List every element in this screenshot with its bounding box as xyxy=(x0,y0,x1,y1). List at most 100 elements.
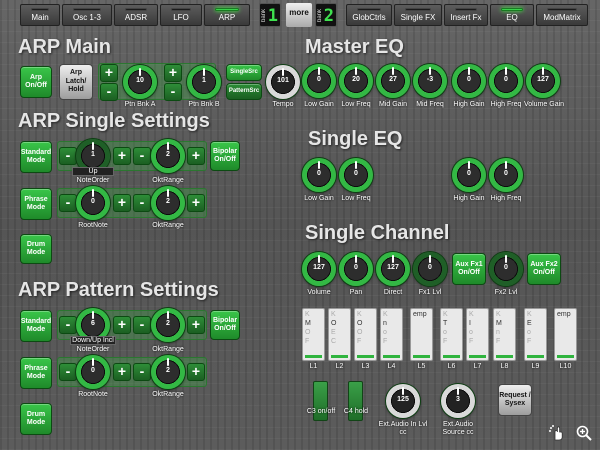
arp-latch-button[interactable]: Arp Latch/ Hold xyxy=(59,64,93,100)
layer-slot-l1[interactable]: KMOF xyxy=(302,308,325,361)
tab-lfo[interactable]: LFO xyxy=(160,4,202,26)
master-low-freq-knob[interactable]: 20 xyxy=(339,64,373,98)
tempo-knob[interactable]: 101 xyxy=(266,65,300,99)
single-oktrange-label: OktRange xyxy=(152,177,184,184)
ext-audio-source-knob[interactable]: 3 xyxy=(441,384,475,418)
layer-slot-l8[interactable]: KMnF xyxy=(493,308,516,361)
single-noteorder-minus-button[interactable]: - xyxy=(59,147,77,165)
pattern-noteorder-label: NoteOrder xyxy=(76,346,110,353)
pattern-rootnote-minus-button[interactable]: - xyxy=(59,363,77,381)
pattern-oktrange2-plus-button[interactable]: + xyxy=(187,363,205,381)
more-button[interactable]: more xyxy=(286,3,312,27)
pattern-oktrange-knob[interactable]: 2 xyxy=(151,308,185,342)
layer-slot-l2[interactable]: KOEC xyxy=(328,308,351,361)
ptn-bnk-a-knob[interactable]: 10 xyxy=(123,65,157,99)
pattern-oktrange-label: OktRange xyxy=(152,346,184,353)
layer-slot-l4-label: L4 xyxy=(387,363,396,370)
pattern-noteorder-minus-button[interactable]: - xyxy=(59,316,77,334)
pattern-oktrange-plus-button[interactable]: + xyxy=(187,316,205,334)
layer-slot-l5[interactable]: emp xyxy=(410,308,433,361)
single-rootnote-plus-button[interactable]: + xyxy=(113,194,131,212)
single-phase-mode-button[interactable]: Phrase Mode xyxy=(20,188,52,220)
single-standard-mode-button[interactable]: Standard Mode xyxy=(20,141,52,173)
ptn-bnk-a-minus-button[interactable]: - xyxy=(100,83,118,101)
layer-slot-l7[interactable]: KIoF xyxy=(466,308,489,361)
single-rootnote-minus-button[interactable]: - xyxy=(59,194,77,212)
single-drum-mode-button[interactable]: Drum Mode xyxy=(20,234,52,264)
tab-eq[interactable]: EQ xyxy=(490,4,534,26)
single-low-freq-knob[interactable]: 0 xyxy=(339,158,373,192)
master-mid-gain-knob[interactable]: 27 xyxy=(376,64,410,98)
master-mid-freq-knob[interactable]: -3 xyxy=(413,64,447,98)
tab-main[interactable]: Main xyxy=(20,4,60,26)
zoom-icon[interactable] xyxy=(575,424,593,442)
arp-single-heading: ARP Single Settings xyxy=(18,110,210,132)
direct-knob[interactable]: 127 xyxy=(376,252,410,286)
single-oktrange-minus-button[interactable]: - xyxy=(133,147,151,165)
fx2-level-knob[interactable]: 0 xyxy=(489,252,523,286)
aux-fx1-button[interactable]: Aux Fx1 On/Off xyxy=(452,253,486,285)
c3-onoff-toggle[interactable] xyxy=(313,381,328,421)
fx1-level-knob[interactable]: 0 xyxy=(413,252,447,286)
layer-slot-l3-label: L3 xyxy=(361,363,370,370)
single-oktrange2-knob[interactable]: 2 xyxy=(151,186,185,220)
pan-knob[interactable]: 0 xyxy=(339,252,373,286)
single-noteorder-plus-button[interactable]: + xyxy=(113,147,131,165)
single-oktrange-plus-button[interactable]: + xyxy=(187,147,205,165)
layer-slot-l1-label: L1 xyxy=(309,363,318,370)
single-src-button[interactable]: SingleSrc xyxy=(226,64,262,81)
pattern-phase-mode-button[interactable]: Phrase Mode xyxy=(20,357,52,389)
layer-slot-l6[interactable]: KToF xyxy=(440,308,463,361)
pattern-rootnote-knob[interactable]: 0 xyxy=(76,355,110,389)
move-hand-icon[interactable] xyxy=(548,424,566,442)
master-low-gain-knob[interactable]: 0 xyxy=(302,64,336,98)
layer-slot-l10[interactable]: emp xyxy=(554,308,577,361)
tab-adsr[interactable]: ADSR xyxy=(114,4,158,26)
aux-fx2-button[interactable]: Aux Fx2 On/Off xyxy=(527,253,561,285)
single-oktrange2-minus-button[interactable]: - xyxy=(133,194,151,212)
pattern-standard-mode-button[interactable]: Standard Mode xyxy=(20,310,52,342)
pattern-noteorder-plus-button[interactable]: + xyxy=(113,316,131,334)
single-high-freq-label: High Freq xyxy=(490,195,522,202)
tab-insert-fx[interactable]: Insert Fx xyxy=(444,4,488,26)
tab-arp[interactable]: ARP xyxy=(204,4,250,26)
single-rootnote-knob[interactable]: 0 xyxy=(76,186,110,220)
master-high-gain-knob[interactable]: 0 xyxy=(452,64,486,98)
arp-main-heading: ARP Main xyxy=(18,36,111,58)
layer-slot-l4[interactable]: KnoF xyxy=(380,308,403,361)
layer-slot-l9[interactable]: KEoF xyxy=(524,308,547,361)
ptn-bnk-b-minus-button[interactable]: - xyxy=(164,83,182,101)
pattern-src-button[interactable]: PatternSrc xyxy=(226,83,262,100)
pattern-rootnote-plus-button[interactable]: + xyxy=(113,363,131,381)
layer-slot-l9-label: L9 xyxy=(531,363,540,370)
single-oktrange2-plus-button[interactable]: + xyxy=(187,194,205,212)
single-oktrange-knob[interactable]: 2 xyxy=(151,139,185,173)
bank-left-display[interactable]: bank 1 xyxy=(259,3,281,27)
pattern-bipolar-button[interactable]: Bipolar On/Off xyxy=(210,310,240,340)
tab-modmatrix[interactable]: ModMatrix xyxy=(536,4,588,26)
tab-osc[interactable]: Osc 1-3 xyxy=(62,4,112,26)
master-volume-gain-knob[interactable]: 127 xyxy=(526,64,560,98)
request-sysex-button[interactable]: Request / Sysex xyxy=(498,384,532,416)
ptn-bnk-b-knob[interactable]: 1 xyxy=(187,65,221,99)
single-low-gain-knob[interactable]: 0 xyxy=(302,158,336,192)
ptn-bnk-b-plus-button[interactable]: + xyxy=(164,64,182,82)
tab-globctrls[interactable]: GlobCtrls xyxy=(346,4,392,26)
pattern-oktrange2-knob[interactable]: 2 xyxy=(151,355,185,389)
c4-hold-toggle[interactable] xyxy=(348,381,363,421)
pattern-oktrange-minus-button[interactable]: - xyxy=(133,316,151,334)
ext-audio-in-knob[interactable]: 125 xyxy=(386,384,420,418)
single-high-gain-knob[interactable]: 0 xyxy=(452,158,486,192)
pattern-drum-mode-button[interactable]: Drum Mode xyxy=(20,403,52,435)
ptn-bnk-a-plus-button[interactable]: + xyxy=(100,64,118,82)
single-bipolar-button[interactable]: Bipolar On/Off xyxy=(210,141,240,171)
arp-onoff-button[interactable]: Arp On/Off xyxy=(20,66,52,98)
single-high-freq-knob[interactable]: 0 xyxy=(489,158,523,192)
pattern-oktrange2-minus-button[interactable]: - xyxy=(133,363,151,381)
layer-slot-l3[interactable]: KOOF xyxy=(354,308,377,361)
bank-right-display[interactable]: bank 2 xyxy=(315,3,337,27)
layer-slot-l8-label: L8 xyxy=(500,363,509,370)
tab-single-fx[interactable]: Single FX xyxy=(394,4,442,26)
volume-knob[interactable]: 127 xyxy=(302,252,336,286)
master-high-freq-knob[interactable]: 0 xyxy=(489,64,523,98)
